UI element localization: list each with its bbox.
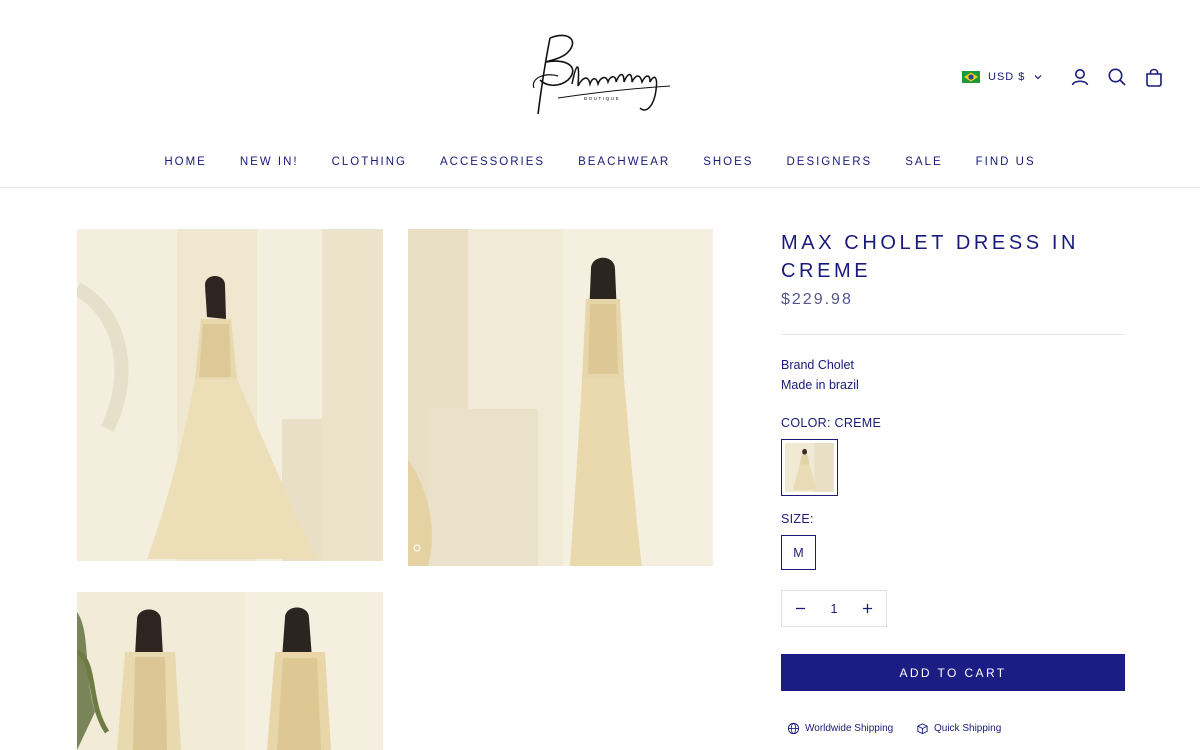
bag-icon[interactable]	[1143, 66, 1165, 88]
dress-back-photo	[408, 229, 713, 566]
quantity-stepper: 1	[781, 590, 887, 627]
plus-icon	[863, 603, 873, 614]
account-icon[interactable]	[1069, 66, 1091, 88]
perk-label: Quick Shipping	[934, 723, 1002, 734]
product-image-front[interactable]	[77, 229, 383, 561]
product-description: Brand Cholet Made in brazil	[781, 356, 859, 395]
nav-sale[interactable]: SALE	[889, 156, 959, 168]
color-label: COLOR: CREME	[781, 416, 882, 430]
main-navigation: HOME NEW IN! CLOTHING ACCESSORIES BEACHW…	[0, 156, 1200, 168]
nav-shoes[interactable]: SHOES	[687, 156, 770, 168]
product-price: $229.98	[781, 291, 853, 308]
search-icon[interactable]	[1106, 66, 1128, 88]
chevron-down-icon	[1034, 75, 1042, 80]
nav-designers[interactable]: DESIGNERS	[770, 156, 889, 168]
nav-find-us[interactable]: FIND US	[959, 156, 1052, 168]
minus-icon	[795, 607, 805, 610]
brazil-flag-icon	[962, 71, 980, 83]
currency-label: USD $	[988, 71, 1026, 83]
globe-icon	[787, 722, 800, 735]
box-icon	[917, 723, 928, 735]
size-option-m[interactable]: M	[781, 535, 816, 570]
perk-label: Worldwide Shipping	[805, 723, 894, 734]
perk-quick-shipping: Quick Shipping	[916, 722, 1001, 735]
blueberry-logo-icon: BOUTIQUE	[532, 34, 671, 115]
origin-text: Made in brazil	[781, 377, 859, 392]
product-image-detail[interactable]	[77, 592, 383, 750]
decrease-quantity-button[interactable]	[792, 601, 808, 617]
color-swatch-creme[interactable]	[781, 439, 838, 496]
brand-text: Brand Cholet	[781, 358, 854, 372]
svg-text:BOUTIQUE: BOUTIQUE	[584, 96, 620, 101]
header-actions: USD $	[962, 66, 1165, 88]
perk-worldwide-shipping: Worldwide Shipping	[787, 722, 893, 735]
info-divider	[781, 334, 1125, 335]
add-to-cart-button[interactable]: ADD TO CART	[781, 654, 1125, 691]
nav-beachwear[interactable]: BEACHWEAR	[562, 156, 687, 168]
nav-accessories[interactable]: ACCESSORIES	[424, 156, 562, 168]
dress-front-photo	[77, 229, 383, 561]
product-title: MAX CHOLET DRESS IN CREME	[781, 232, 1080, 282]
color-swatch-image	[785, 443, 834, 492]
dress-detail-photo	[77, 592, 383, 750]
nav-new-in[interactable]: NEW IN!	[223, 156, 315, 168]
size-label: SIZE:	[781, 512, 814, 526]
nav-home[interactable]: HOME	[148, 156, 224, 168]
product-image-back[interactable]	[408, 229, 713, 566]
nav-clothing[interactable]: CLOTHING	[315, 156, 423, 168]
brand-logo[interactable]: BOUTIQUE	[528, 28, 673, 120]
increase-quantity-button[interactable]	[860, 601, 876, 617]
site-header: BOUTIQUE USD $ HOME NEW IN! CLOTHING ACC…	[0, 0, 1200, 188]
quantity-value[interactable]: 1	[831, 602, 838, 616]
currency-selector[interactable]: USD $	[962, 71, 1043, 83]
